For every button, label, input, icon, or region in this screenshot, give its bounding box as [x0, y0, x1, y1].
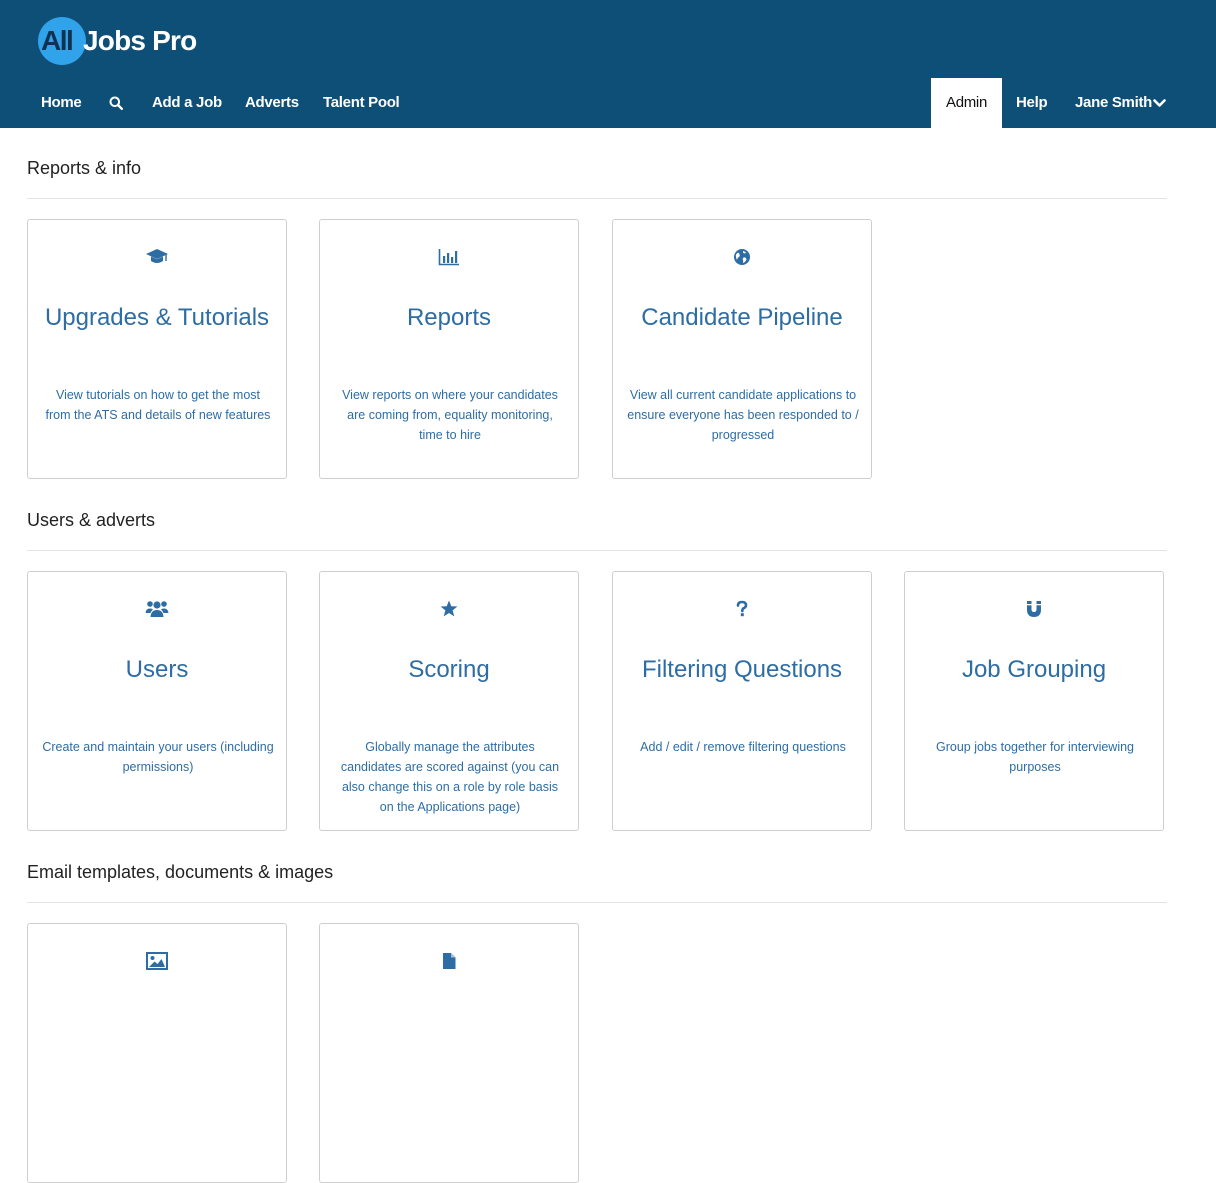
card-title: Scoring [408, 656, 490, 683]
user-name: Jane Smith [1075, 94, 1153, 111]
logo-all-text: All [41, 25, 74, 56]
chevron-down-icon [1153, 99, 1166, 107]
card-filtering-questions[interactable]: Filtering Questions Add / edit / remove … [612, 571, 872, 831]
card-documents[interactable] [319, 923, 579, 1183]
card-description: Create and maintain your users (includin… [42, 740, 274, 774]
nav-admin[interactable]: Admin [931, 78, 1002, 128]
card-description: Globally manage the attributes candidate… [340, 740, 560, 814]
card-scoring[interactable]: Scoring Globally manage the attributes c… [319, 571, 579, 831]
nav-search[interactable] [109, 78, 123, 128]
card-description: View all current candidate applications … [627, 388, 859, 442]
top-header: All Jobs Pro Home Add a Job Adverts Tale… [0, 0, 1216, 128]
card-title: Reports [406, 304, 492, 331]
file-icon [443, 953, 456, 969]
card-title: Candidate Pipeline [641, 304, 843, 331]
nav-adverts[interactable]: Adverts [245, 78, 299, 128]
card-job-grouping[interactable]: Job Grouping Group jobs together for int… [904, 571, 1164, 831]
globe-icon [734, 249, 750, 265]
nav-add-job[interactable]: Add a Job [152, 78, 222, 128]
card-description: View tutorials on how to get the most fr… [45, 388, 271, 422]
section-divider [27, 902, 1167, 903]
card-candidate-pipeline[interactable]: Candidate Pipeline View all current cand… [612, 219, 872, 479]
search-icon [109, 96, 123, 110]
magnet-icon [1027, 601, 1041, 617]
graduation-cap-icon [146, 249, 168, 263]
card-title: Filtering Questions [641, 656, 843, 683]
users-icon [145, 601, 169, 617]
card-description: Group jobs together for interviewing pur… [935, 740, 1135, 774]
card-title: Upgrades & Tutorials [44, 304, 270, 331]
image-icon [146, 952, 168, 970]
card-reports[interactable]: Reports View reports on where your candi… [319, 219, 579, 479]
bar-chart-icon [438, 249, 459, 266]
section-divider [27, 550, 1167, 551]
card-images[interactable] [27, 923, 287, 1183]
star-icon [440, 600, 458, 617]
nav-talent-pool[interactable]: Talent Pool [323, 78, 400, 128]
section-title-reports-info: Reports & info [27, 158, 142, 178]
card-description: Add / edit / remove filtering questions [640, 740, 846, 754]
section-divider [27, 198, 1167, 199]
logo-jobs-pro-text: Jobs Pro [83, 25, 197, 56]
card-title: Job Grouping [961, 656, 1107, 683]
section-title-email-templates: Email templates, documents & images [27, 862, 334, 882]
card-upgrades-tutorials[interactable]: Upgrades & Tutorials View tutorials on h… [27, 219, 287, 479]
nav-home[interactable]: Home [41, 78, 82, 128]
nav-user-menu[interactable]: Jane Smith [1075, 78, 1167, 128]
card-title: Users [125, 656, 189, 683]
question-icon [736, 600, 748, 617]
nav-help[interactable]: Help [1016, 78, 1048, 128]
section-title-users-adverts: Users & adverts [27, 510, 156, 530]
card-description: View reports on where your candidates ar… [342, 388, 558, 442]
card-users[interactable]: Users Create and maintain your users (in… [27, 571, 287, 831]
